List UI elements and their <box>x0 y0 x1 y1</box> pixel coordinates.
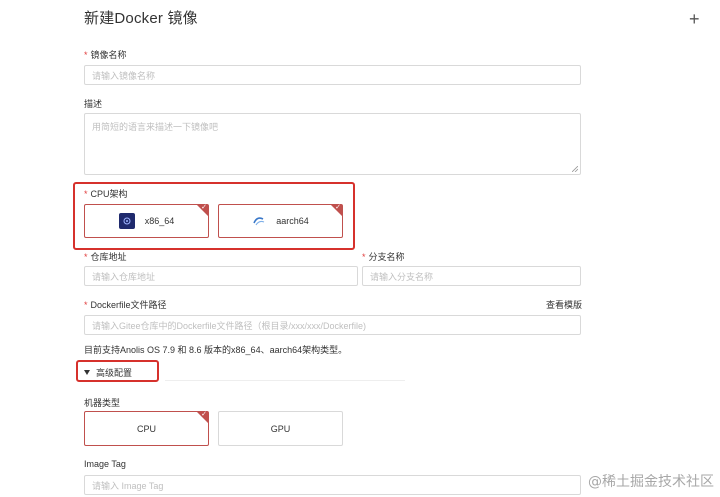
cpu-arch-label: * CPU架构 <box>84 189 128 199</box>
gpu-label: GPU <box>270 423 291 434</box>
aarch64-label: aarch64 <box>276 216 309 226</box>
required-star: * <box>84 50 88 60</box>
image-tag-input[interactable]: 请输入 Image Tag <box>84 475 581 495</box>
check-icon: ✓ <box>201 411 207 418</box>
machine-type-cpu-option[interactable]: CPU ✓ <box>84 411 209 446</box>
machine-type-gpu-option[interactable]: GPU <box>218 411 343 446</box>
image-name-label: * 镜像名称 <box>84 50 127 60</box>
advanced-config-toggle[interactable]: 高级配置 <box>84 366 132 379</box>
required-star: * <box>84 300 88 310</box>
image-tag-label: Image Tag <box>84 459 126 469</box>
intel-logo-icon <box>118 213 135 229</box>
cpu-arch-x86-option[interactable]: x86_64 ✓ <box>84 204 209 238</box>
support-note: 目前支持Anolis OS 7.9 和 8.6 版本的x86_64、aarch6… <box>84 345 348 355</box>
page-title: 新建Docker 镜像 <box>84 10 198 27</box>
repo-url-label: * 仓库地址 <box>84 252 127 262</box>
caret-down-icon <box>84 370 90 375</box>
branch-name-label: * 分支名称 <box>362 252 405 262</box>
x86-label: x86_64 <box>144 216 175 226</box>
description-textarea[interactable]: 用简短的语言来描述一下镜像吧 <box>84 113 581 175</box>
image-name-input[interactable]: 请输入镜像名称 <box>84 65 581 85</box>
description-label: 描述 <box>84 99 103 109</box>
dockerfile-path-input[interactable]: 请输入Gitee仓库中的Dockerfile文件路径（根目录/xxx/xxx/D… <box>84 315 581 335</box>
watermark: @稀土掘金技术社区 <box>588 474 714 490</box>
check-icon: ✓ <box>201 204 207 211</box>
repo-url-input[interactable]: 请输入仓库地址 <box>84 266 358 286</box>
check-icon: ✓ <box>335 204 341 211</box>
branch-name-input[interactable]: 请输入分支名称 <box>362 266 581 286</box>
advanced-config-label: 高级配置 <box>96 368 133 378</box>
resize-handle-icon[interactable] <box>572 166 578 172</box>
divider <box>165 380 405 381</box>
cpu-label: CPU <box>136 423 156 434</box>
arm-logo-icon <box>253 217 265 226</box>
required-star: * <box>362 252 366 262</box>
description-placeholder: 用简短的语言来描述一下镜像吧 <box>92 122 219 132</box>
cpu-arch-aarch64-option[interactable]: aarch64 ✓ <box>218 204 343 238</box>
plus-icon[interactable]: + <box>689 10 700 28</box>
machine-type-label: 机器类型 <box>84 398 121 408</box>
dockerfile-path-label: * Dockerfile文件路径 <box>84 300 167 310</box>
view-template-link[interactable]: 查看模版 <box>546 298 582 311</box>
required-star: * <box>84 189 88 199</box>
required-star: * <box>84 252 88 262</box>
